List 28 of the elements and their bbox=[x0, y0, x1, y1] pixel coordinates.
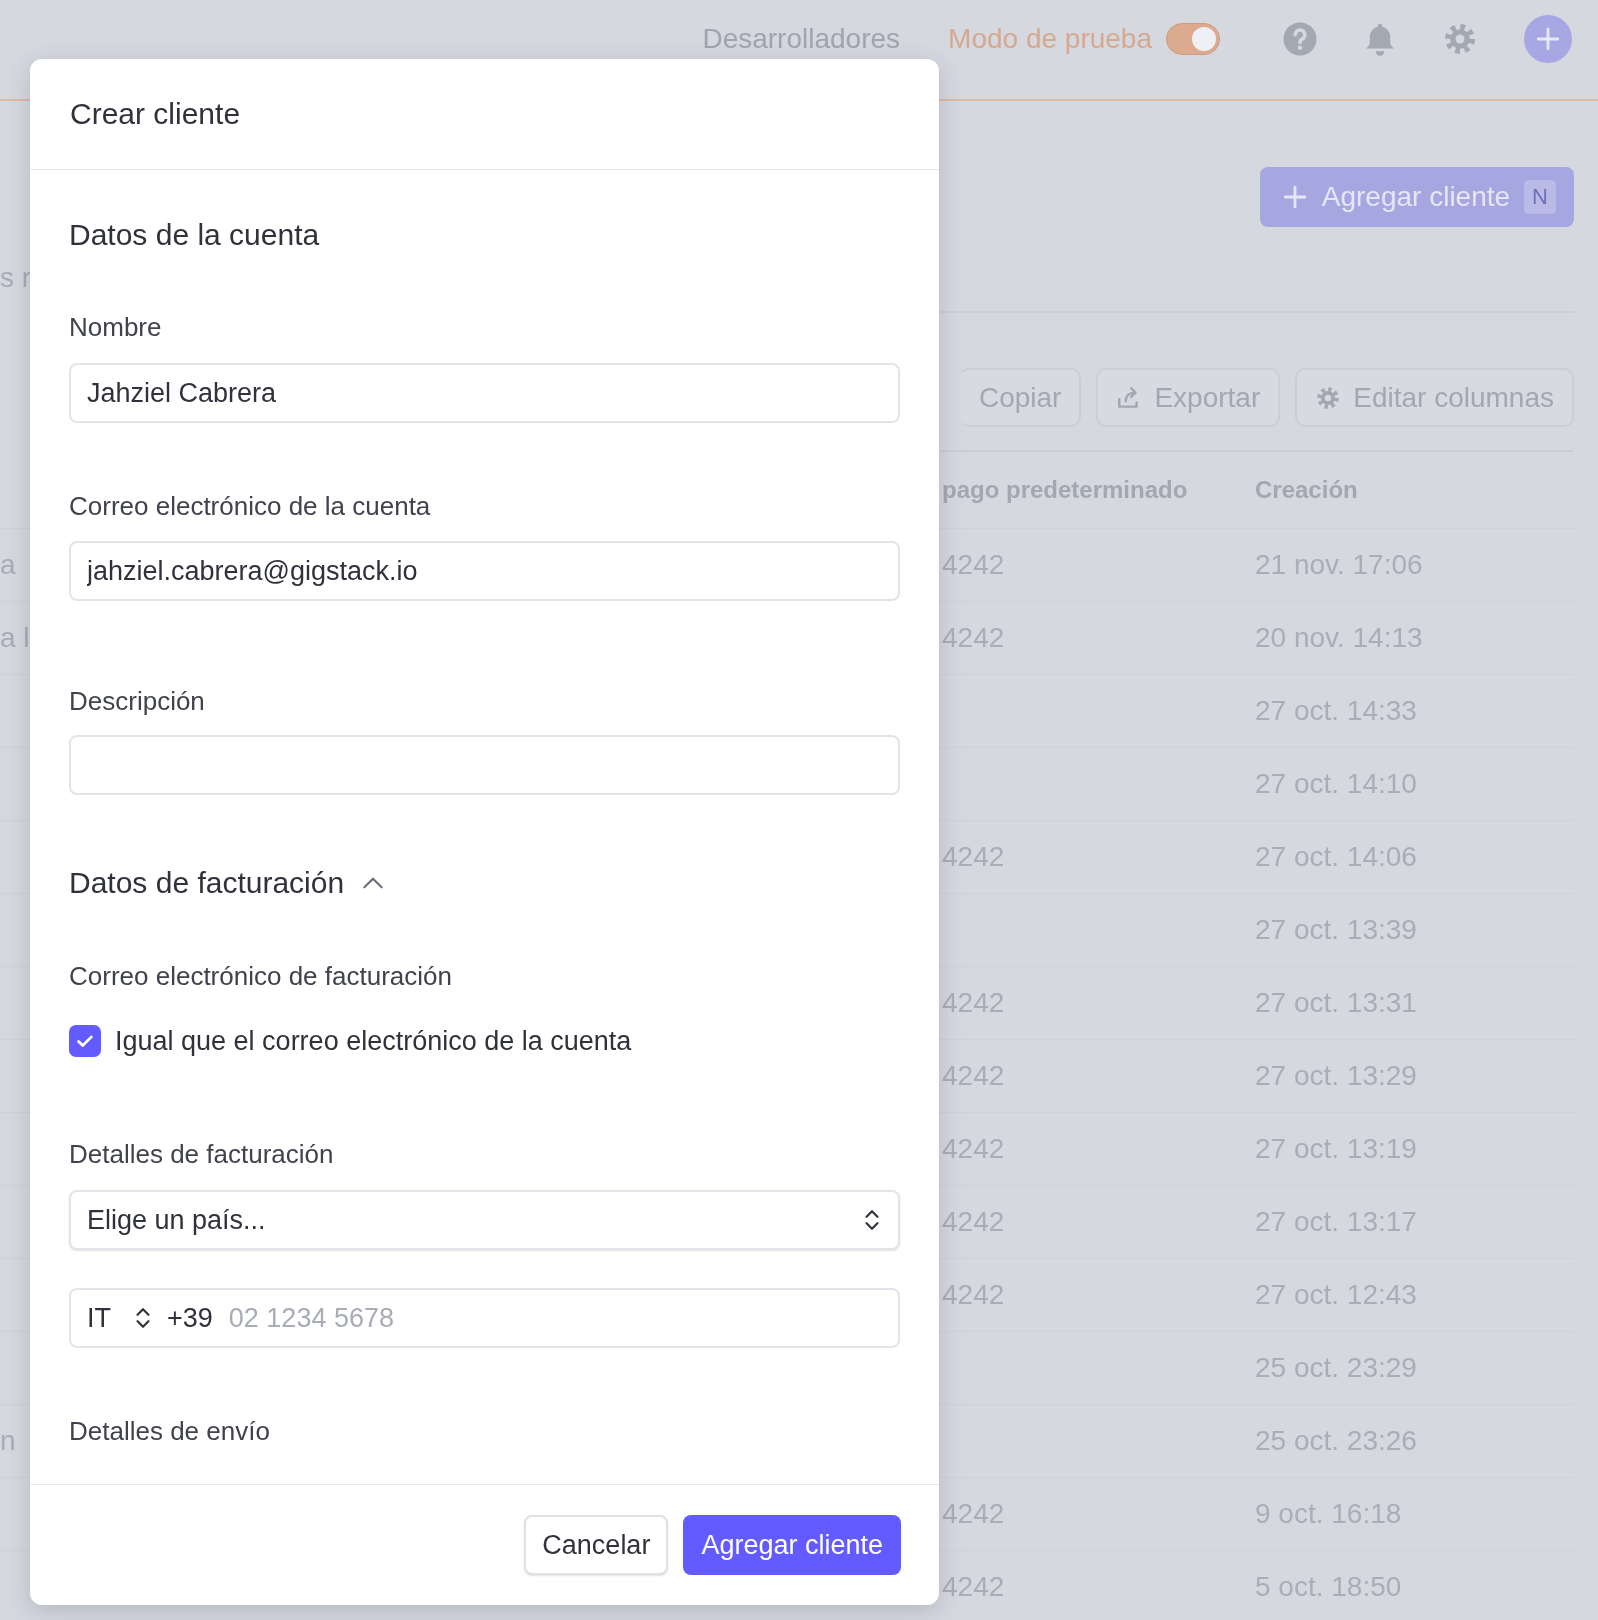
add-customer-button[interactable]: Agregar cliente bbox=[683, 1515, 901, 1575]
section-heading: Datos de facturación bbox=[69, 865, 345, 901]
field-label: Nombre bbox=[69, 311, 163, 344]
dial-prefix: +39 bbox=[167, 1302, 213, 1334]
gear-icon bbox=[1315, 384, 1342, 411]
field-label: Detalles de envío bbox=[69, 1415, 271, 1448]
description-field[interactable] bbox=[69, 735, 900, 795]
create-button[interactable] bbox=[1524, 14, 1572, 63]
section-heading: Datos de la cuenta bbox=[69, 217, 321, 253]
plus-icon bbox=[1535, 25, 1561, 52]
checkbox-label: Igual que el correo electrónico de la cuenta bbox=[115, 1025, 632, 1058]
cancel-button[interactable]: Cancelar bbox=[524, 1515, 669, 1575]
test-mode-label: Modo de prueba bbox=[948, 22, 1152, 55]
shortcut-key: N bbox=[1524, 180, 1556, 214]
email-field[interactable]: jahziel.cabrera@gigstack.io bbox=[69, 541, 900, 601]
plus-icon bbox=[1281, 184, 1308, 210]
name-field[interactable]: Jahziel Cabrera bbox=[69, 363, 900, 423]
phone-field[interactable]: IT +39 02 1234 5678 bbox=[69, 1288, 900, 1348]
help-icon[interactable] bbox=[1282, 20, 1318, 57]
field-label: Correo electrónico de facturación bbox=[69, 960, 453, 993]
dialog-title: Crear cliente bbox=[30, 59, 939, 170]
field-label: Descripción bbox=[69, 685, 206, 718]
field-label: Correo electrónico de la cuenta bbox=[69, 490, 432, 523]
test-mode-toggle[interactable] bbox=[1166, 22, 1220, 55]
country-code-select[interactable]: IT bbox=[87, 1302, 153, 1334]
country-select[interactable]: Elige un país... bbox=[69, 1190, 900, 1250]
field-label: Detalles de facturación bbox=[69, 1138, 335, 1171]
checkbox[interactable] bbox=[69, 1025, 101, 1057]
